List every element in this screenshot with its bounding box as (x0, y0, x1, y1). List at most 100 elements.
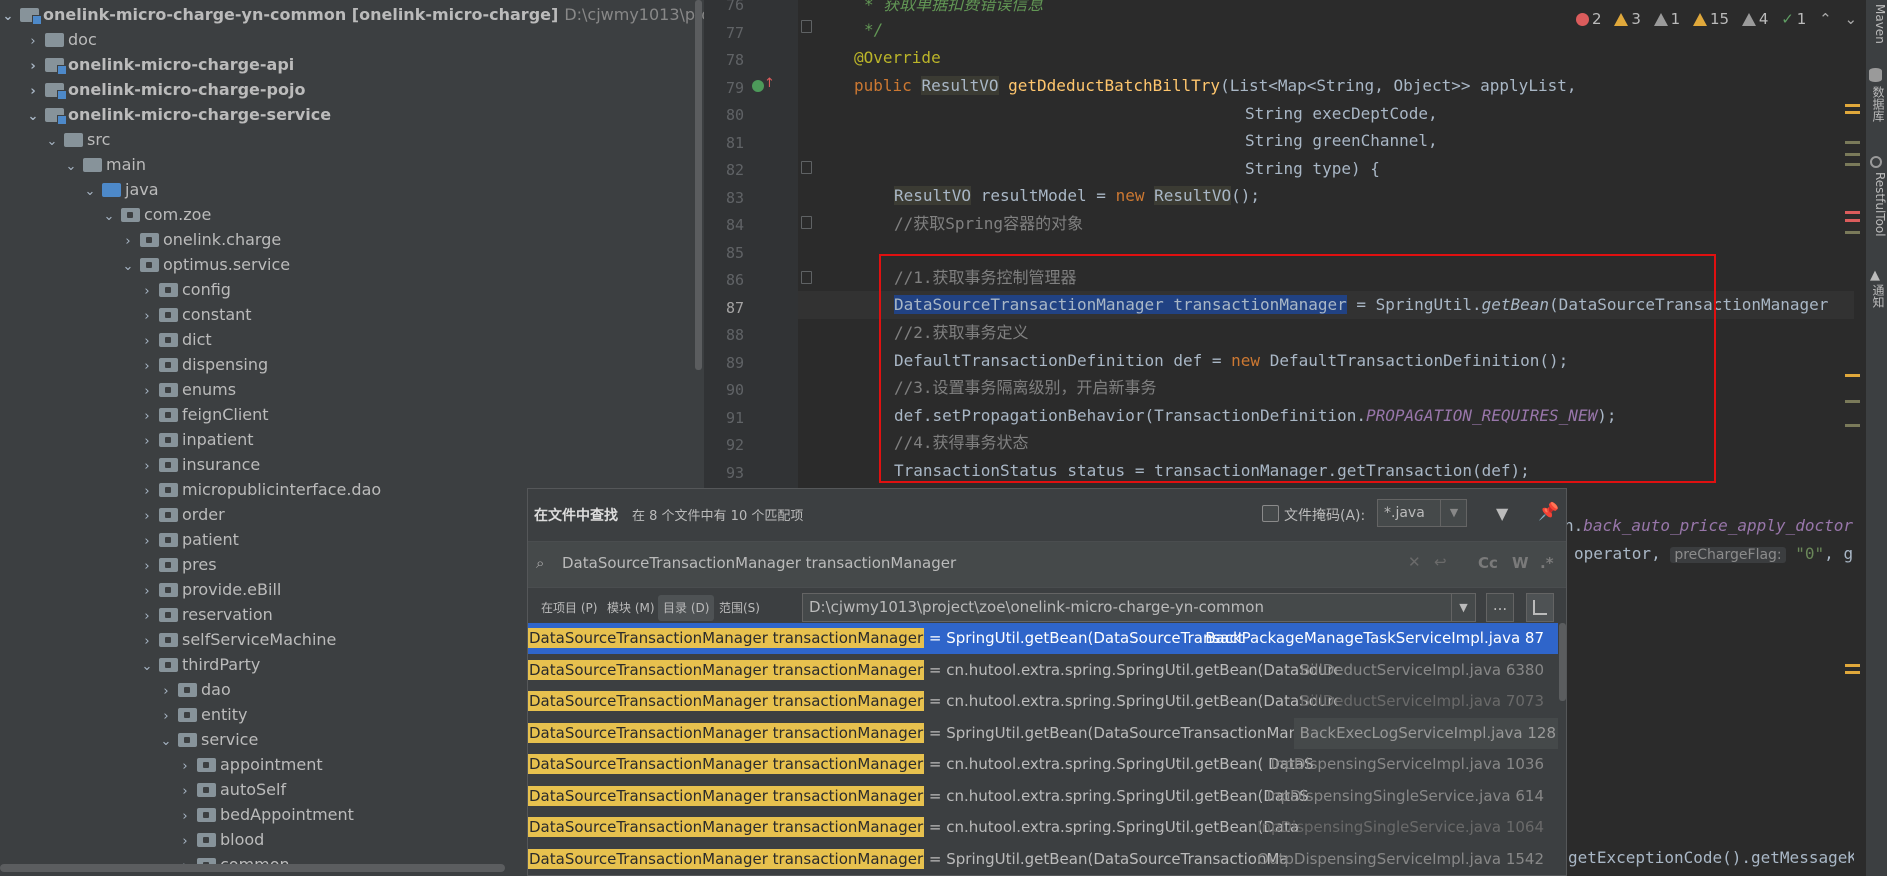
tree-item-doc[interactable]: › doc (0, 27, 704, 52)
chevron-down-icon[interactable]: ⌄ (63, 154, 79, 179)
file-mask-label[interactable]: 文件掩码(A): (1284, 505, 1365, 525)
typos2-count[interactable]: 4 (1741, 8, 1768, 30)
result-row[interactable]: DataSourceTransactionManager transaction… (528, 812, 1558, 843)
tree-item-main[interactable]: ⌄ main (0, 152, 704, 177)
fold-marker[interactable] (801, 271, 812, 284)
result-row[interactable]: DataSourceTransactionManager transaction… (528, 844, 1558, 875)
error-marker[interactable] (1845, 219, 1860, 222)
scope-module-tab[interactable]: 模块 (M) (602, 595, 660, 621)
scope-scope-tab[interactable]: 范围(S) (714, 595, 765, 621)
chevron-right-icon[interactable]: › (139, 329, 155, 354)
ok-count[interactable]: ✓ 1 (1781, 8, 1806, 30)
chevron-right-icon[interactable]: › (139, 454, 155, 479)
scope-project-tab[interactable]: 在项目 (P) (536, 595, 602, 621)
chevron-right-icon[interactable]: › (139, 429, 155, 454)
line-number[interactable]: 83 (704, 184, 744, 212)
database-tab[interactable]: 数据库 (1866, 86, 1887, 122)
fold-marker[interactable] (801, 216, 812, 229)
search-icon[interactable]: ⌕ (536, 554, 544, 572)
chevron-right-icon[interactable]: › (139, 304, 155, 329)
tree-item-onelink-micro-charge-pojo[interactable]: › onelink-micro-charge-pojo (0, 77, 704, 102)
chevron-right-icon[interactable]: › (25, 79, 41, 104)
chevron-right-icon[interactable]: › (139, 279, 155, 304)
chevron-down-icon[interactable]: ⌄ (1844, 8, 1854, 30)
line-number[interactable]: 79 (704, 74, 744, 102)
line-number[interactable]: 81 (704, 129, 744, 157)
line-number[interactable]: 91 (704, 404, 744, 432)
chevron-right-icon[interactable]: › (139, 579, 155, 604)
tree-item-onelink-charge[interactable]: › onelink.charge (0, 227, 704, 252)
chevron-down-icon[interactable]: ▼ (1440, 499, 1467, 527)
chevron-right-icon[interactable]: › (25, 54, 41, 79)
chevron-down-icon[interactable]: ⌄ (101, 204, 117, 229)
chevron-right-icon[interactable]: › (139, 379, 155, 404)
line-number[interactable]: 87 (704, 294, 744, 322)
browse-button[interactable]: ... (1486, 593, 1514, 622)
chevron-right-icon[interactable]: › (158, 704, 174, 729)
tree-item-insurance[interactable]: › insurance (0, 452, 704, 477)
line-number[interactable]: 92 (704, 431, 744, 459)
fold-marker[interactable] (801, 20, 812, 33)
tree-item-inpatient[interactable]: › inpatient (0, 427, 704, 452)
regex-toggle[interactable]: .* (1540, 554, 1554, 572)
typos-count[interactable]: 15 (1692, 8, 1729, 30)
warning-marker[interactable] (1845, 671, 1860, 674)
directory-field[interactable]: D:\cjwmy1013\project\zoe\onelink-micro-c… (802, 593, 1452, 622)
tree-item-java[interactable]: ⌄ java (0, 177, 704, 202)
results-scrollbar[interactable] (1559, 623, 1566, 701)
chevron-right-icon[interactable]: › (139, 529, 155, 554)
line-number[interactable]: 82 (704, 156, 744, 184)
chevron-right-icon[interactable]: › (25, 29, 41, 54)
line-number[interactable]: 88 (704, 321, 744, 349)
chevron-right-icon[interactable]: › (139, 404, 155, 429)
weak-warnings-count[interactable]: 1 (1653, 8, 1680, 30)
chevron-right-icon[interactable]: › (139, 504, 155, 529)
notifications-tab[interactable]: 通知 (1866, 284, 1887, 308)
weak-marker[interactable] (1845, 231, 1860, 234)
chevron-right-icon[interactable]: › (177, 754, 193, 779)
line-number[interactable]: 77 (704, 19, 744, 47)
chevron-down-icon[interactable]: ⌄ (25, 104, 41, 129)
warning-marker[interactable] (1845, 111, 1860, 114)
chevron-right-icon[interactable]: › (139, 554, 155, 579)
tree-horizontal-scrollbar[interactable] (0, 864, 505, 872)
result-row[interactable]: DataSourceTransactionManager transaction… (528, 623, 1558, 654)
whole-words-toggle[interactable]: W (1512, 554, 1529, 572)
tree-item-feignclient[interactable]: › feignClient (0, 402, 704, 427)
errors-count[interactable]: 2 (1576, 8, 1602, 30)
warning-marker[interactable] (1845, 104, 1860, 107)
weak-marker[interactable] (1845, 141, 1860, 144)
warning-marker[interactable] (1845, 374, 1860, 377)
result-row[interactable]: DataSourceTransactionManager transaction… (528, 717, 1558, 749)
chevron-right-icon[interactable]: › (177, 779, 193, 804)
file-mask-checkbox[interactable] (1262, 505, 1279, 522)
tree-item-config[interactable]: › config (0, 277, 704, 302)
error-marker[interactable] (1845, 211, 1860, 214)
chevron-right-icon[interactable]: › (120, 229, 136, 254)
tree-item-dict[interactable]: › dict (0, 327, 704, 352)
weak-marker[interactable] (1845, 424, 1860, 427)
tree-item-com-zoe[interactable]: ⌄ com.zoe (0, 202, 704, 227)
chevron-right-icon[interactable]: › (139, 354, 155, 379)
warning-marker[interactable] (1845, 664, 1860, 667)
line-number[interactable]: 89 (704, 349, 744, 377)
match-case-toggle[interactable]: Cc (1478, 554, 1498, 572)
tree-item-enums[interactable]: › enums (0, 377, 704, 402)
chevron-down-icon[interactable]: ⌄ (120, 254, 136, 279)
new-line-icon[interactable]: ↩ (1434, 553, 1447, 571)
weak-marker[interactable] (1845, 153, 1860, 156)
chevron-down-icon[interactable]: ⌄ (44, 129, 60, 154)
tree-item-src[interactable]: ⌄ src (0, 127, 704, 152)
implements-method-icon[interactable] (752, 80, 764, 92)
chevron-right-icon[interactable]: › (177, 829, 193, 854)
chevron-up-icon[interactable]: ⌃ (1819, 8, 1832, 30)
line-number[interactable]: 86 (704, 266, 744, 294)
weak-marker[interactable] (1845, 400, 1860, 403)
search-input[interactable] (562, 550, 1202, 576)
line-number[interactable]: 85 (704, 239, 744, 267)
chevron-right-icon[interactable]: › (177, 804, 193, 829)
result-row[interactable]: DataSourceTransactionManager transaction… (528, 686, 1558, 717)
recursive-toggle-button[interactable] (1526, 593, 1554, 622)
line-number[interactable]: 93 (704, 459, 744, 487)
clear-icon[interactable]: ✕ (1408, 553, 1421, 571)
